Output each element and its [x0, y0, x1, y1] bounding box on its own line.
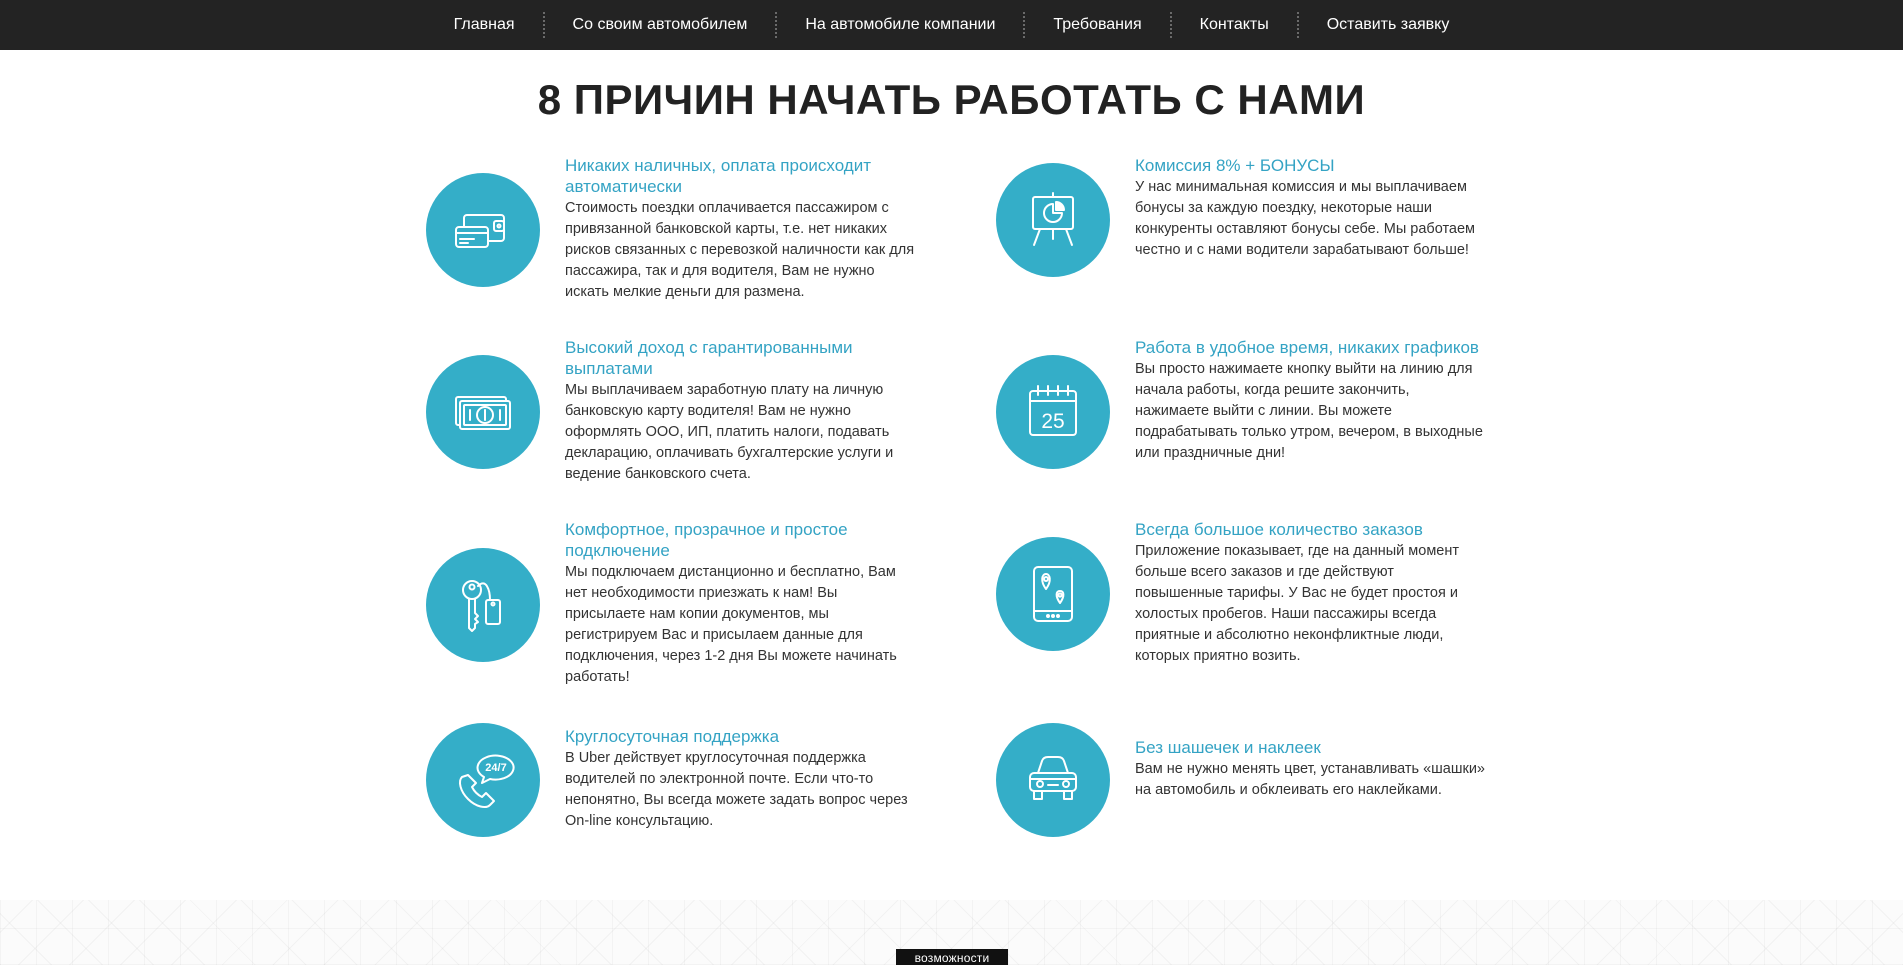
- feature-item: Комиссия 8% + БОНУСЫ У нас минимальная к…: [996, 155, 1486, 355]
- feature-title: Без шашечек и наклеек: [1135, 738, 1321, 757]
- car-icon: [1029, 756, 1077, 800]
- support-hours-label: 24/7: [485, 762, 506, 774]
- calendar-day-number: 25: [1041, 410, 1064, 433]
- feature-text: Комфортное, прозрачное и простое подключ…: [565, 519, 915, 688]
- feature-text: Высокий доход с гарантированными выплата…: [565, 337, 915, 485]
- feature-icon-circle: 25: [996, 355, 1110, 469]
- feature-text: Всегда большое количество заказов Прилож…: [1135, 519, 1485, 667]
- nav-item-own-car[interactable]: Со своим автомобилем: [545, 0, 776, 50]
- feature-title: Высокий доход с гарантированными выплата…: [565, 338, 853, 378]
- tablet-map-pin-icon: [1033, 566, 1073, 622]
- nav-item-home[interactable]: Главная: [426, 0, 543, 50]
- banknotes-icon: [455, 396, 511, 430]
- nav-list: Главная Со своим автомобилем На автомоби…: [426, 0, 1478, 50]
- section-heading: 8 ПРИЧИН НАЧАТЬ РАБОТАТЬ С НАМИ: [537, 76, 1366, 123]
- feature-text: Никаких наличных, оплата происходит авто…: [565, 155, 915, 303]
- calendar-icon: 25: [1029, 385, 1077, 436]
- phone-24-7-icon: 24/7: [459, 754, 515, 808]
- feature-description: У нас минимальная комиссия и мы выплачив…: [1135, 179, 1476, 258]
- feature-description: В Uber действует круглосуточная поддержк…: [565, 750, 908, 829]
- feature-title: Никаких наличных, оплата происходит авто…: [565, 156, 871, 196]
- feature-icon-circle: [426, 355, 540, 469]
- feature-title: Комфортное, прозрачное и простое подключ…: [565, 520, 848, 560]
- top-navigation: Главная Со своим автомобилем На автомоби…: [0, 0, 1903, 50]
- feature-item: 25 Работа в удобное время, никаких графи…: [996, 337, 1486, 537]
- feature-text: Круглосуточная поддержка В Uber действуе…: [565, 726, 915, 832]
- feature-title: Комиссия 8% + БОНУСЫ: [1135, 156, 1335, 175]
- feature-item: Высокий доход с гарантированными выплата…: [426, 337, 916, 537]
- feature-description: Приложение показывает, где на данный мом…: [1135, 543, 1459, 664]
- feature-description: Вам не нужно менять цвет, устанавливать …: [1135, 761, 1485, 798]
- feature-icon-circle: [426, 548, 540, 662]
- wallet-card-icon: [455, 214, 505, 248]
- feature-description: Вы просто нажимаете кнопку выйти на лини…: [1135, 361, 1483, 461]
- feature-icon-circle: [426, 173, 540, 287]
- feature-description: Стоимость поездки оплачивается пассажиро…: [565, 200, 915, 300]
- feature-icon-circle: [996, 163, 1110, 277]
- feature-title: Работа в удобное время, никаких графиков: [1135, 338, 1479, 357]
- feature-icon-circle: 24/7: [426, 723, 540, 837]
- feature-icon-circle: [996, 537, 1110, 651]
- feature-item: Комфортное, прозрачное и простое подключ…: [426, 519, 916, 719]
- feature-text: Комиссия 8% + БОНУСЫ У нас минимальная к…: [1135, 155, 1485, 261]
- feature-item: Всегда большое количество заказов Прилож…: [996, 519, 1486, 719]
- feature-title: Круглосуточная поддержка: [565, 727, 780, 746]
- nav-item-company-car[interactable]: На автомобиле компании: [777, 0, 1023, 50]
- key-tag-icon: [462, 580, 501, 632]
- feature-description: Мы выплачиваем заработную плату на личну…: [565, 382, 894, 482]
- feature-text: Работа в удобное время, никаких графиков…: [1135, 337, 1485, 464]
- nav-item-contacts[interactable]: Контакты: [1172, 0, 1297, 50]
- nav-item-requirements[interactable]: Требования: [1025, 0, 1169, 50]
- feature-item: 24/7 Круглосуточная поддержка В Uber дей…: [426, 723, 916, 926]
- feature-title: Всегда большое количество заказов: [1135, 520, 1423, 539]
- nav-item-apply[interactable]: Оставить заявку: [1299, 0, 1478, 50]
- presentation-chart-icon: [1032, 192, 1074, 246]
- feature-text: Без шашечек и наклеек Вам не нужно менят…: [1135, 737, 1485, 801]
- section-tag-label: возможности: [896, 949, 1008, 965]
- feature-icon-circle: [996, 723, 1110, 837]
- feature-description: Мы подключаем дистанционно и бесплатно, …: [565, 564, 897, 685]
- feature-item: Никаких наличных, оплата происходит авто…: [426, 155, 916, 355]
